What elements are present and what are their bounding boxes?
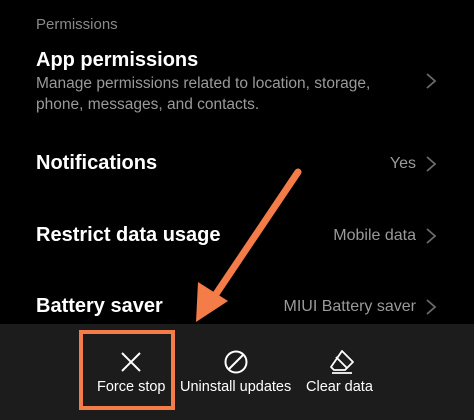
row-title: App permissions	[36, 49, 199, 71]
clear-data-button[interactable]: Clear data	[302, 324, 382, 420]
prohibited-icon	[224, 350, 248, 374]
annotation-highlight-box	[79, 330, 175, 410]
uninstall-updates-label: Uninstall updates	[180, 379, 292, 395]
eraser-icon	[330, 350, 354, 374]
notifications-row[interactable]: Notifications Yes	[0, 135, 474, 195]
uninstall-updates-button[interactable]: Uninstall updates	[178, 324, 296, 420]
row-description: Manage permissions related to location, …	[36, 75, 371, 113]
chevron-right-icon	[426, 156, 437, 172]
row-title: Restrict data usage	[36, 224, 221, 246]
chevron-right-icon	[426, 299, 437, 315]
clear-data-label: Clear data	[306, 379, 373, 395]
battery-saver-row[interactable]: Battery saver MIUI Battery saver	[0, 279, 474, 324]
row-value: Mobile data	[333, 227, 416, 244]
row-value: Yes	[389, 155, 416, 172]
row-title: Battery saver	[36, 295, 163, 317]
bottom-action-bar: Force stop Uninstall updates Clear data	[0, 324, 474, 420]
app-permissions-row[interactable]: App permissions Manage permissions relat…	[0, 0, 474, 130]
chevron-right-icon	[426, 73, 437, 89]
row-value: MIUI Battery saver	[283, 298, 416, 315]
chevron-right-icon	[426, 228, 437, 244]
row-title: Notifications	[36, 152, 158, 174]
restrict-data-usage-row[interactable]: Restrict data usage Mobile data	[0, 207, 474, 267]
